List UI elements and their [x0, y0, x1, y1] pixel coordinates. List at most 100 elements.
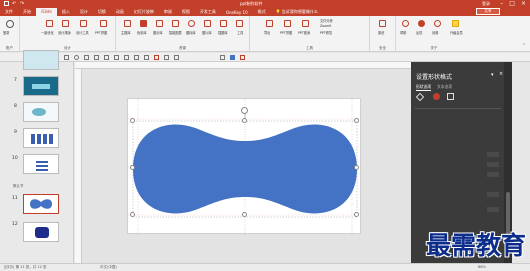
slide-number: 10: [12, 156, 18, 161]
slide-thumbnail[interactable]: [23, 76, 59, 96]
settings-icon[interactable]: [434, 20, 441, 27]
slide-thumbnail-selected[interactable]: [23, 194, 59, 214]
tab-review[interactable]: 审阅: [159, 9, 177, 15]
optimize-icon[interactable]: [46, 20, 53, 27]
maximize-icon[interactable]: □: [509, 0, 515, 7]
tab-slideshow[interactable]: 幻灯片放映: [129, 9, 159, 15]
tab-onekey[interactable]: OneKey 10: [221, 10, 253, 15]
more-tools-icon[interactable]: [236, 20, 243, 27]
distribute-icon[interactable]: [64, 55, 69, 60]
panel-control[interactable]: [487, 192, 499, 197]
panel-control[interactable]: [487, 162, 499, 167]
fill-color-icon[interactable]: [230, 55, 235, 60]
table-icon[interactable]: [134, 55, 139, 60]
zoomit-link[interactable]: ZoomIt: [320, 24, 331, 28]
smart-chart-icon[interactable]: [172, 20, 179, 27]
account-link[interactable]: 登录: [482, 1, 490, 7]
rotate-icon[interactable]: [74, 55, 79, 60]
rotate-handle[interactable]: [241, 107, 248, 114]
tab-insert[interactable]: 插入: [57, 9, 75, 15]
size-properties-icon[interactable]: [447, 93, 454, 100]
tell-me-search[interactable]: 💡 告诉我你想要做什么: [271, 9, 323, 15]
group-label-tools: 工具: [306, 46, 313, 50]
panel-dropdown-icon[interactable]: ▾: [491, 72, 494, 78]
resize-handle[interactable]: [354, 212, 359, 217]
export-icon[interactable]: [266, 20, 273, 27]
image-library-icon[interactable]: [204, 20, 211, 27]
feedback-icon[interactable]: [418, 20, 425, 27]
close-icon[interactable]: ×: [521, 0, 526, 7]
tab-text-options[interactable]: 文本选项: [437, 84, 452, 90]
illustration-library-icon[interactable]: [220, 20, 227, 27]
help-icon[interactable]: [402, 20, 409, 27]
original-icon[interactable]: [379, 20, 386, 27]
panel-control[interactable]: [487, 172, 499, 177]
ppt-puzzle-icon[interactable]: [284, 20, 291, 27]
tab-home[interactable]: 开始: [18, 9, 36, 15]
puzzle-icon[interactable]: [100, 20, 107, 27]
color-library-icon[interactable]: [140, 20, 147, 27]
tab-developer[interactable]: 开发工具: [195, 9, 221, 15]
slide-number: 11: [12, 196, 18, 201]
resize-handle[interactable]: [130, 165, 135, 170]
resize-handle[interactable]: [130, 118, 135, 123]
tab-design[interactable]: 设计: [75, 9, 93, 15]
minimize-icon[interactable]: –: [500, 0, 503, 7]
zoom-level[interactable]: 86%: [478, 265, 486, 269]
ppt-repair-link[interactable]: PPT修复: [320, 30, 332, 35]
fill-line-icon[interactable]: [415, 92, 425, 102]
line-color-icon[interactable]: [240, 55, 245, 60]
icon-library-icon[interactable]: [188, 20, 195, 27]
crop-icon[interactable]: [94, 55, 99, 60]
slide-thumbnail[interactable]: [23, 50, 59, 70]
theme-library-icon[interactable]: [124, 20, 131, 27]
diagram-library-icon[interactable]: [156, 20, 163, 27]
share-button[interactable]: 共享: [476, 8, 500, 15]
redo-icon[interactable]: ↷: [20, 1, 24, 7]
tab-animations[interactable]: 动画: [111, 9, 129, 15]
resize-handle[interactable]: [354, 118, 359, 123]
tab-islide[interactable]: iSlide: [36, 8, 57, 16]
format-painter-icon[interactable]: [154, 55, 159, 60]
effects-icon[interactable]: [433, 93, 440, 100]
tab-view[interactable]: 视图: [177, 9, 195, 15]
group-icon[interactable]: [84, 55, 89, 60]
vip-upgrade-icon[interactable]: [452, 20, 459, 27]
tab-shape-options[interactable]: 形状选项: [416, 84, 432, 91]
panel-control[interactable]: [487, 152, 499, 157]
tab-format[interactable]: 格式: [253, 9, 271, 15]
slide-thumbnail[interactable]: [23, 102, 59, 122]
current-slide[interactable]: [127, 98, 362, 235]
user-icon[interactable]: [6, 20, 14, 28]
ribbon-item-label: 主题库: [121, 31, 131, 35]
tab-file[interactable]: 文件: [0, 9, 18, 15]
resize-handle[interactable]: [354, 165, 359, 170]
panel-control[interactable]: [487, 207, 499, 212]
language-indicator[interactable]: 中文(中国): [100, 265, 117, 270]
more-icon[interactable]: [174, 55, 179, 60]
window-title: ppt制作软件: [240, 1, 263, 6]
tab-transitions[interactable]: 切换: [93, 9, 111, 15]
ppt-slim-icon[interactable]: [302, 20, 309, 27]
resize-handle[interactable]: [242, 118, 247, 123]
file-analysis-link[interactable]: 文件分析: [320, 18, 333, 23]
ribbon-group-about: 帮助 反馈 设置 升级会员 关于: [396, 16, 472, 52]
arrange-icon[interactable]: [164, 55, 169, 60]
resize-handle[interactable]: [242, 212, 247, 217]
panel-close-icon[interactable]: ×: [499, 71, 503, 77]
chart-icon[interactable]: [144, 55, 149, 60]
slide-thumbnail[interactable]: [23, 222, 59, 242]
text-icon[interactable]: [114, 55, 119, 60]
slide-thumbnail[interactable]: [23, 154, 59, 174]
picture-icon[interactable]: [124, 55, 129, 60]
collapse-ribbon-icon[interactable]: ⌃: [522, 43, 526, 49]
design-tools-icon[interactable]: [80, 20, 87, 27]
slide-thumbnail[interactable]: [23, 128, 59, 148]
resize-handle[interactable]: [130, 212, 135, 217]
text-box-icon[interactable]: [220, 55, 225, 60]
section-label[interactable]: 默认节: [13, 184, 24, 189]
merge-shapes-icon[interactable]: [104, 55, 109, 60]
save-icon[interactable]: [4, 1, 9, 6]
undo-icon[interactable]: ↶: [12, 1, 16, 7]
layout-icon[interactable]: [62, 20, 69, 27]
